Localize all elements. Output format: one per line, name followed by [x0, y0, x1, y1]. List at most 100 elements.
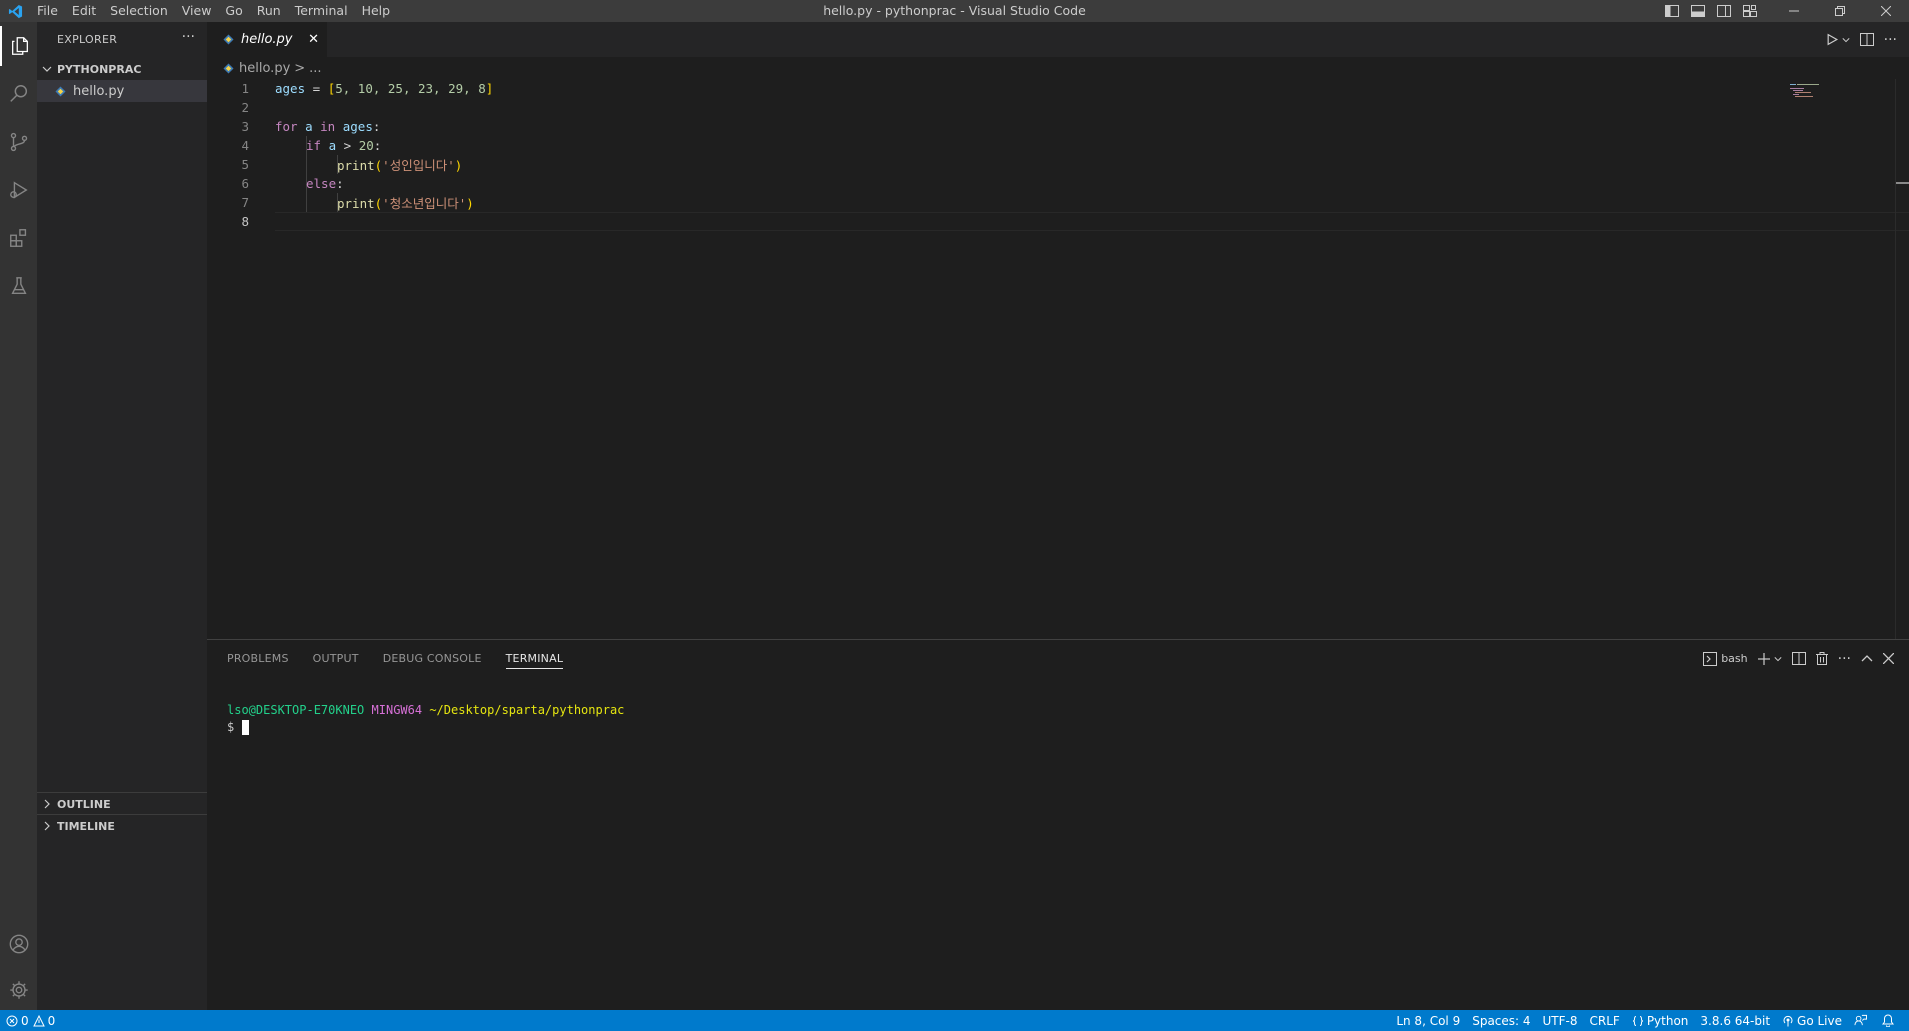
panel-more-actions-icon[interactable]: ··· [1833, 640, 1856, 677]
tab-output[interactable]: OUTPUT [313, 640, 359, 677]
token: else [306, 176, 337, 191]
code-line-3: 3 for a in ages: [207, 117, 1909, 136]
close-tab-icon[interactable]: ✕ [308, 22, 319, 57]
braces-icon [1632, 1015, 1643, 1026]
token: in [320, 119, 336, 134]
code-line-1: 1 ages = [5, 10, 25, 23, 29, 8] [207, 79, 1909, 98]
close-panel-icon[interactable] [1878, 640, 1899, 677]
chevron-right-icon [37, 799, 57, 809]
end-of-line[interactable]: CRLF [1590, 1010, 1620, 1031]
menu-edit[interactable]: Edit [65, 0, 103, 22]
breadcrumb-symbols[interactable]: ... [309, 61, 321, 76]
tab-terminal[interactable]: TERMINAL [505, 640, 564, 677]
token: '성인입니다' [382, 158, 455, 173]
toggle-sidebar-icon[interactable] [1659, 0, 1685, 22]
extensions-icon[interactable] [0, 218, 37, 258]
menu-bar: File Edit Selection View Go Run Terminal… [30, 0, 397, 22]
editor-scrollbar[interactable] [1895, 79, 1909, 639]
run-debug-icon[interactable] [0, 170, 37, 210]
minimap[interactable] [1782, 79, 1892, 639]
terminal-env: MINGW64 [371, 703, 423, 717]
token: ) [466, 196, 474, 211]
encoding[interactable]: UTF-8 [1543, 1010, 1578, 1031]
manage-gear-icon[interactable] [0, 970, 37, 1010]
terminal-prompt-line: lso@DESKTOP-E70KNEO MINGW64 ~/Desktop/sp… [227, 702, 624, 719]
problems-status[interactable]: 0 0 [6, 1010, 55, 1031]
menu-help[interactable]: Help [355, 0, 398, 22]
go-live-label: Go Live [1797, 1013, 1842, 1028]
maximize-panel-chevron-up-icon[interactable] [1856, 640, 1878, 677]
editor-tabs-bar: hello.py ✕ ··· [207, 22, 1909, 57]
tab-hello-py[interactable]: hello.py ✕ [207, 22, 327, 57]
close-window-icon[interactable] [1863, 0, 1909, 22]
line-number: 7 [241, 195, 249, 210]
more-actions-icon[interactable]: ··· [1879, 22, 1909, 57]
token: : [336, 176, 344, 191]
indentation[interactable]: Spaces: 4 [1472, 1010, 1530, 1031]
source-control-icon[interactable] [0, 122, 37, 162]
breadcrumb-file[interactable]: hello.py [239, 61, 290, 76]
token: for [275, 119, 298, 134]
terminal-path: ~/Desktop/sparta/pythonprac [429, 703, 625, 717]
token: ) [454, 158, 463, 173]
terminal-shell-selector[interactable]: bash [1698, 640, 1752, 677]
folder-section-pythonprac[interactable]: PYTHONPRAC [37, 58, 207, 80]
notifications-bell-icon[interactable] [1882, 1010, 1897, 1031]
terminal-output[interactable]: lso@DESKTOP-E70KNEO MINGW64 ~/Desktop/sp… [227, 702, 624, 736]
toggle-secondary-sidebar-icon[interactable] [1711, 0, 1737, 22]
feedback-icon[interactable] [1854, 1010, 1870, 1031]
token: : [372, 119, 381, 134]
toggle-panel-icon[interactable] [1685, 0, 1711, 22]
tab-problems[interactable]: PROBLEMS [227, 640, 289, 677]
bottom-panel: PROBLEMS OUTPUT DEBUG CONSOLE TERMINAL b… [207, 639, 1909, 1010]
error-count: 0 [21, 1013, 29, 1028]
language-mode[interactable]: Python [1632, 1010, 1689, 1031]
token: a [321, 138, 344, 153]
line-number: 1 [241, 81, 249, 96]
outline-label: OUTLINE [57, 797, 111, 811]
line-number: 8 [241, 214, 249, 229]
chevron-down-icon [37, 64, 57, 74]
timeline-section[interactable]: TIMELINE [37, 815, 207, 837]
cursor-position[interactable]: Ln 8, Col 9 [1396, 1010, 1460, 1031]
menu-terminal[interactable]: Terminal [288, 0, 355, 22]
line-number: 2 [241, 100, 249, 115]
go-live-button[interactable]: Go Live [1782, 1010, 1842, 1031]
account-icon[interactable] [0, 924, 37, 964]
token: ages [335, 119, 373, 134]
file-item-hello-py[interactable]: hello.py [37, 80, 207, 102]
code-line-8: 8 [207, 212, 1909, 231]
explorer-icon[interactable] [0, 26, 37, 66]
menu-go[interactable]: Go [218, 0, 249, 22]
customize-layout-icon[interactable] [1737, 0, 1763, 22]
menu-view[interactable]: View [175, 0, 219, 22]
language-label: Python [1646, 1013, 1689, 1028]
terminal-prompt-symbol: $ [227, 720, 235, 734]
broadcast-icon [1783, 1015, 1793, 1026]
split-editor-icon[interactable] [1855, 22, 1879, 57]
menu-run[interactable]: Run [250, 0, 288, 22]
minimize-icon[interactable] [1771, 0, 1817, 22]
run-python-file-icon[interactable] [1821, 22, 1855, 57]
kill-terminal-trash-icon[interactable] [1811, 640, 1833, 677]
search-icon[interactable] [0, 74, 37, 114]
terminal-user-host: lso@DESKTOP-E70KNEO [227, 703, 365, 717]
menu-file[interactable]: File [30, 0, 65, 22]
new-terminal-icon[interactable] [1753, 640, 1787, 677]
token: print [337, 196, 375, 211]
explorer-more-actions[interactable]: ··· [182, 22, 195, 57]
code-line-7: 7 print('청소년입니다') [207, 193, 1909, 212]
token: print [337, 158, 375, 173]
split-terminal-icon[interactable] [1787, 640, 1811, 677]
tab-debug-console[interactable]: DEBUG CONSOLE [383, 640, 482, 677]
menu-selection[interactable]: Selection [103, 0, 175, 22]
python-file-icon [221, 33, 235, 47]
line-number: 5 [241, 157, 249, 172]
restore-icon[interactable] [1817, 0, 1863, 22]
explorer-sidebar: EXPLORER ··· PYTHONPRAC hello.py OUTLINE… [37, 22, 207, 1010]
outline-section[interactable]: OUTLINE [37, 793, 207, 815]
token: if [306, 138, 322, 153]
testing-icon[interactable] [0, 266, 37, 306]
python-interpreter[interactable]: 3.8.6 64-bit [1700, 1010, 1770, 1031]
code-editor[interactable]: 1 ages = [5, 10, 25, 23, 29, 8] 2 3 for … [207, 79, 1909, 639]
